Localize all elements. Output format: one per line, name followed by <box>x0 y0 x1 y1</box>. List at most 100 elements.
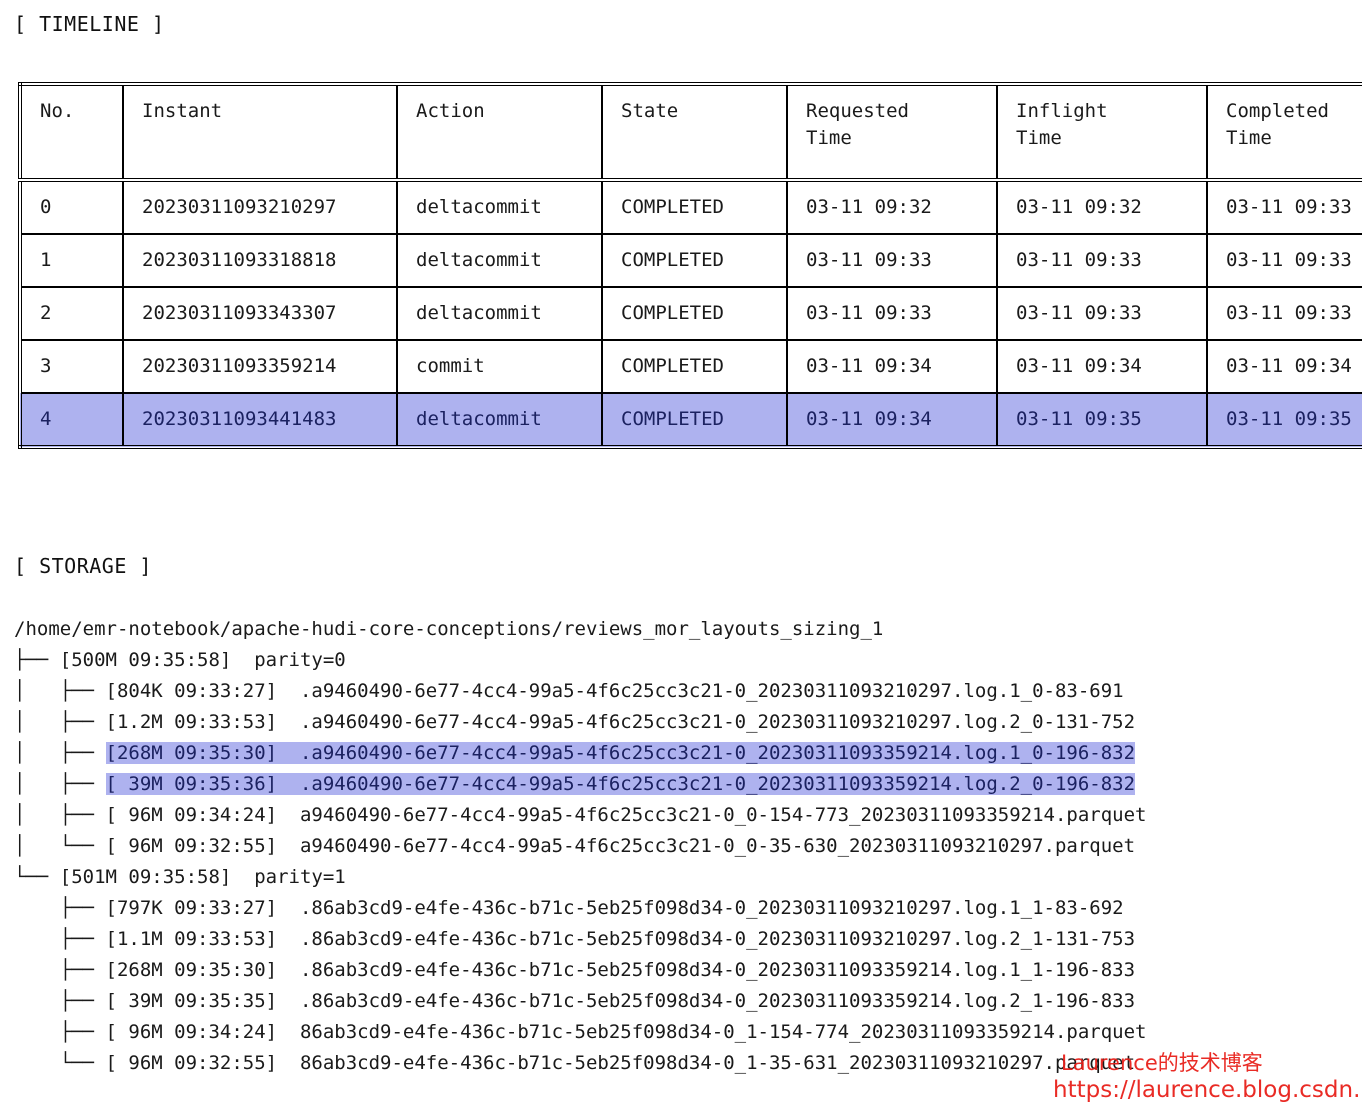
tree-branch-glyph: ├── <box>14 959 106 981</box>
tree-line: ├── [797K 09:33:27] .86ab3cd9-e4fe-436c-… <box>14 893 1146 924</box>
tree-entry-text: [ 96M 09:32:55] 86ab3cd9-e4fe-436c-b71c-… <box>105 1052 1136 1074</box>
cell-no: 2 <box>20 286 124 340</box>
column-header-completed-time: Completed Time <box>1226 100 1329 149</box>
tree-branch-glyph: ├── <box>14 990 106 1012</box>
storage-root-path: /home/emr-notebook/apache-hudi-core-conc… <box>14 614 1146 645</box>
tree-entry-text: [ 96M 09:34:24] a9460490-6e77-4cc4-99a5-… <box>105 804 1147 826</box>
timeline-table: No. Instant Action State Requested Time … <box>18 82 1362 449</box>
tree-entry-text: [797K 09:33:27] .86ab3cd9-e4fe-436c-b71c… <box>105 897 1124 919</box>
tree-line: │ ├── [268M 09:35:30] .a9460490-6e77-4cc… <box>14 738 1146 769</box>
tree-line: ├── [268M 09:35:30] .86ab3cd9-e4fe-436c-… <box>14 955 1146 986</box>
table-row[interactable]: 4 20230311093441483 deltacommit COMPLETED 03… <box>20 392 1362 447</box>
cell-completed-time: 03-11 09:33 <box>1226 248 1352 271</box>
column-header-instant: Instant <box>123 84 398 180</box>
tree-entry-text: [ 96M 09:34:24] 86ab3cd9-e4fe-436c-b71c-… <box>105 1021 1147 1043</box>
tree-line: └── [ 96M 09:32:55] 86ab3cd9-e4fe-436c-b… <box>14 1048 1146 1079</box>
timeline-table-wrapper: No. Instant Action State Requested Time … <box>18 82 1362 449</box>
tree-branch-glyph: │ ├── <box>14 742 106 764</box>
tree-entry-text: [500M 09:35:58] parity=0 <box>59 649 346 671</box>
cell-inflight-time: 03-11 09:32 <box>997 180 1208 234</box>
tree-entry-text: [ 39M 09:35:36] .a9460490-6e77-4cc4-99a5… <box>105 773 1136 795</box>
tree-branch-glyph: ├── <box>14 1021 106 1043</box>
table-row[interactable]: 0 20230311093210297 deltacommit COMPLETED 03… <box>20 180 1362 234</box>
cell-completed-time: 03-11 09:33 <box>1226 301 1352 324</box>
cell-state: COMPLETED <box>602 286 788 340</box>
column-header-action: Action <box>397 84 603 180</box>
cell-action: deltacommit <box>397 286 603 340</box>
cell-completed-time: 03-11 09:35 <box>1226 407 1352 430</box>
tree-branch-glyph: └── <box>14 1052 106 1074</box>
tree-entry-text: [1.1M 09:33:53] .86ab3cd9-e4fe-436c-b71c… <box>105 928 1136 950</box>
cell-state: COMPLETED <box>602 392 788 447</box>
tree-entry-text: [501M 09:35:58] parity=1 <box>59 866 346 888</box>
cell-instant: 20230311093343307 <box>123 286 398 340</box>
cell-instant: 20230311093441483 <box>123 392 398 447</box>
tree-line: ├── [1.1M 09:33:53] .86ab3cd9-e4fe-436c-… <box>14 924 1146 955</box>
cell-completed-time: 03-11 09:34 <box>1226 354 1352 377</box>
timeline-section-heading: [ TIMELINE ] <box>14 12 165 36</box>
storage-file-tree: /home/emr-notebook/apache-hudi-core-conc… <box>14 614 1146 1079</box>
tree-entry-text: /home/emr-notebook/apache-hudi-core-conc… <box>14 618 884 640</box>
cell-action: commit <box>397 339 603 393</box>
cell-requested-time: 03-11 09:34 <box>787 392 998 447</box>
cell-instant: 20230311093359214 <box>123 339 398 393</box>
cell-action: deltacommit <box>397 180 603 234</box>
tree-branch-glyph: └── <box>14 866 60 888</box>
tree-branch-glyph: ├── <box>14 649 60 671</box>
tree-branch-glyph: ├── <box>14 928 106 950</box>
terminal-output-page: [ TIMELINE ] No. Instant Action State Re… <box>0 0 1362 1111</box>
cell-instant: 20230311093210297 <box>123 180 398 234</box>
watermark-url: https://laurence.blog.csdn.net <box>1053 1077 1362 1103</box>
tree-entry-text: [ 96M 09:32:55] a9460490-6e77-4cc4-99a5-… <box>105 835 1136 857</box>
tree-line: ├── [ 96M 09:34:24] 86ab3cd9-e4fe-436c-b… <box>14 1017 1147 1048</box>
cell-action: deltacommit <box>397 233 603 287</box>
cell-requested-time: 03-11 09:34 <box>787 339 998 393</box>
timeline-header-row: No. Instant Action State Requested Time … <box>20 84 1362 180</box>
tree-entry-text: [804K 09:33:27] .a9460490-6e77-4cc4-99a5… <box>105 680 1124 702</box>
cell-state: COMPLETED <box>602 233 788 287</box>
cell-no: 3 <box>20 339 124 393</box>
tree-line: │ ├── [ 39M 09:35:36] .a9460490-6e77-4cc… <box>14 769 1146 800</box>
cell-requested-time: 03-11 09:32 <box>787 180 998 234</box>
cell-inflight-time: 03-11 09:35 <box>997 392 1208 447</box>
tree-line: ├── [500M 09:35:58] parity=0 <box>14 645 1146 676</box>
cell-no: 0 <box>20 180 124 234</box>
cell-state: COMPLETED <box>602 180 788 234</box>
column-header-requested-time: Requested Time <box>787 84 998 180</box>
cell-inflight-time: 03-11 09:33 <box>997 286 1208 340</box>
cell-no: 4 <box>20 392 124 447</box>
storage-section-heading: [ STORAGE ] <box>14 554 152 578</box>
watermark-title: Laurence的技术博客 <box>1061 1051 1263 1075</box>
tree-branch-glyph: │ ├── <box>14 711 106 733</box>
column-header-inflight-time: Inflight Time <box>997 84 1208 180</box>
tree-entry-text: [268M 09:35:30] .86ab3cd9-e4fe-436c-b71c… <box>105 959 1136 981</box>
column-header-state: State <box>602 84 788 180</box>
tree-branch-glyph: │ ├── <box>14 773 106 795</box>
tree-branch-glyph: ├── <box>14 897 106 919</box>
cell-state: COMPLETED <box>602 339 788 393</box>
timeline-table-head: No. Instant Action State Requested Time … <box>20 84 1362 180</box>
cell-instant: 20230311093318818 <box>123 233 398 287</box>
cell-requested-time: 03-11 09:33 <box>787 286 998 340</box>
tree-branch-glyph: │ ├── <box>14 804 106 826</box>
tree-line: │ ├── [ 96M 09:34:24] a9460490-6e77-4cc4… <box>14 800 1146 831</box>
tree-line: ├── [ 39M 09:35:35] .86ab3cd9-e4fe-436c-… <box>14 986 1146 1017</box>
tree-line: └── [501M 09:35:58] parity=1 <box>14 862 1146 893</box>
table-row[interactable]: 3 20230311093359214 commit COMPLETED 03-11 0… <box>20 339 1362 393</box>
tree-entry-text: [ 39M 09:35:35] .86ab3cd9-e4fe-436c-b71c… <box>105 990 1136 1012</box>
tree-branch-glyph: │ └── <box>14 835 106 857</box>
cell-action: deltacommit <box>397 392 603 447</box>
tree-entry-text: [1.2M 09:33:53] .a9460490-6e77-4cc4-99a5… <box>105 711 1136 733</box>
cell-inflight-time: 03-11 09:33 <box>997 233 1208 287</box>
tree-line: │ ├── [1.2M 09:33:53] .a9460490-6e77-4cc… <box>14 707 1146 738</box>
cell-requested-time: 03-11 09:33 <box>787 233 998 287</box>
cell-completed-time: 03-11 09:33 <box>1226 196 1352 218</box>
table-row[interactable]: 2 20230311093343307 deltacommit COMPLETED 03… <box>20 286 1362 340</box>
column-header-no: No. <box>20 84 124 180</box>
timeline-table-body: 0 20230311093210297 deltacommit COMPLETED 03… <box>20 180 1362 447</box>
tree-entry-text: [268M 09:35:30] .a9460490-6e77-4cc4-99a5… <box>105 742 1136 764</box>
table-row[interactable]: 1 20230311093318818 deltacommit COMPLETED 03… <box>20 233 1362 287</box>
tree-branch-glyph: │ ├── <box>14 680 106 702</box>
tree-line: │ ├── [804K 09:33:27] .a9460490-6e77-4cc… <box>14 676 1146 707</box>
tree-line: │ └── [ 96M 09:32:55] a9460490-6e77-4cc4… <box>14 831 1146 862</box>
